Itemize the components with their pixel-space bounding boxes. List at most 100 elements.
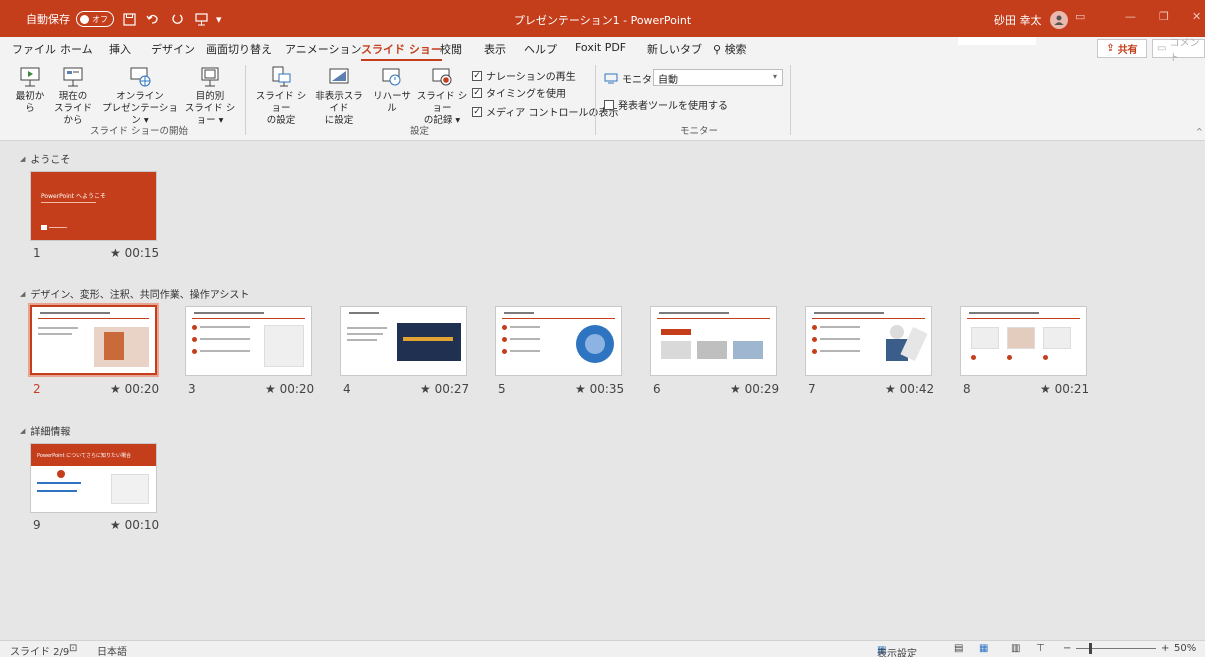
monitor-icon [604,73,618,84]
restore-icon[interactable]: ❐ [1159,10,1169,23]
zoom-level[interactable]: 50% [1174,643,1196,654]
collapse-triangle-icon: ◢ [20,426,26,435]
section-header[interactable]: ◢ 詳細情報 [20,423,70,439]
present-online-icon [130,67,151,87]
set-up-slide-show-button[interactable]: スライド ショー の設定 [251,65,311,127]
present-online-button[interactable]: オンライン プレゼンテーション ▾ [102,65,178,127]
section-header[interactable]: ◢ デザイン、変形、注釈、共同作業、操作アシスト [20,286,249,302]
hide-slide-button[interactable]: 非表示スライド に設定 [312,65,366,127]
tab-animations[interactable]: アニメーション [285,41,362,57]
slide-timing: ★ 00:29 [730,382,780,396]
slide-thumbnail[interactable]: PowerPoint へようこそ [30,171,157,241]
hide-slide-icon [329,68,349,84]
from-beginning-icon [20,67,40,87]
use-timings-checkbox[interactable]: ✓ タイミングを使用 [472,85,566,100]
comment-icon: ▭ [1157,43,1167,54]
section-header[interactable]: ◢ ようこそ [20,151,70,167]
slide-timing: ★ 00:10 [110,518,160,532]
zoom-slider-track[interactable] [1076,648,1156,649]
title-bar-blank-area [958,37,1036,45]
slide-timing: ★ 00:20 [265,382,315,396]
tab-review[interactable]: 校閲 [440,41,462,57]
slide-timing: ★ 00:15 [110,246,160,260]
slide-number: 7 [808,382,816,396]
slide-number: 2 [33,382,41,396]
user-account[interactable]: 砂田 幸太 [994,11,1068,29]
show-media-controls-checkbox[interactable]: ✓ メディア コントロールの表示 [472,104,618,119]
from-current-slide-button[interactable]: 現在の スライドから [50,65,96,127]
tab-new[interactable]: 新しいタブ [647,41,702,57]
zoom-slider-thumb[interactable] [1089,643,1092,654]
share-button[interactable]: ⇪ 共有 [1097,39,1147,58]
collapse-triangle-icon: ◢ [20,154,26,163]
tab-home[interactable]: ホーム [60,41,93,57]
close-icon[interactable]: ✕ [1192,10,1201,23]
slide-number: 6 [653,382,661,396]
tab-file[interactable]: ファイル [12,41,56,57]
tab-slide-show[interactable]: スライド ショー [361,41,442,62]
group-label-start-slide-show: スライド ショーの開始 [90,126,189,137]
slide-thumbnail[interactable] [495,306,622,376]
accessibility-icon[interactable]: ⊡ [69,643,77,654]
slide-timing: ★ 00:35 [575,382,625,396]
slide-number: 3 [188,382,196,396]
search-icon: ⚲ [713,43,722,56]
tell-me-search[interactable]: ⚲ 検索 [713,41,747,57]
group-separator [245,65,246,135]
slide-thumbnail[interactable] [185,306,312,376]
slide-number: 1 [33,246,41,260]
search-label: 検索 [724,43,747,56]
tab-transitions[interactable]: 画面切り替え [206,41,272,57]
reading-view-icon[interactable]: ▥ [1011,643,1020,654]
slide-counter: スライド 2/9 [10,647,70,657]
slide-number: 5 [498,382,506,396]
slide-thumbnail[interactable] [805,306,932,376]
group-label-set-up: 設定 [410,126,430,137]
slide-thumbnail[interactable]: PowerPoint についてさらに知りたい場合 [30,443,157,513]
slide-sorter-view-icon[interactable]: ▦ [979,643,988,654]
slide-number: 9 [33,518,41,532]
record-slide-show-button[interactable]: スライド ショー の記録 ▾ [414,65,470,127]
rehearse-timings-icon [382,68,401,86]
minimize-icon[interactable]: — [1125,10,1136,23]
slide-timing: ★ 00:20 [110,382,160,396]
zoom-out-button[interactable]: − [1063,643,1071,654]
slide-thumbnail[interactable] [340,306,467,376]
share-icon: ⇪ [1106,43,1115,54]
set-up-slide-show-icon [272,66,291,87]
slide-thumbnail[interactable] [650,306,777,376]
ribbon-display-options-icon[interactable]: ▭ [1075,10,1085,23]
normal-view-icon[interactable]: ▤ [954,643,963,654]
slide-timing: ★ 00:27 [420,382,470,396]
monitor-select[interactable]: 自動 ▾ [653,69,783,86]
tab-help[interactable]: ヘルプ [524,41,557,57]
slide-show-view-icon[interactable]: ⊤ [1036,643,1045,654]
tab-design[interactable]: デザイン [151,41,195,57]
chevron-down-icon: ▾ [772,72,777,81]
custom-slide-show-button[interactable]: 目的別 スライド ショー ▾ [180,65,240,127]
comment-button[interactable]: ▭ コメント [1152,38,1205,64]
slide-number: 8 [963,382,971,396]
slide-thumbnail[interactable] [28,303,159,377]
rehearse-timings-button[interactable]: リハーサル [369,65,415,115]
collapse-ribbon-icon[interactable]: ^ [1196,127,1203,136]
user-name: 砂田 幸太 [994,14,1042,27]
zoom-in-button[interactable]: + [1161,643,1169,654]
tab-view[interactable]: 表示 [484,41,506,57]
collapse-triangle-icon: ◢ [20,289,26,298]
title-bar: 自動保存 オフ ▾ プレゼンテーション1 - PowerPoint 砂田 幸太 … [0,0,1205,37]
from-beginning-button[interactable]: 最初から [12,65,48,115]
slide-timing: ★ 00:21 [1040,382,1090,396]
slide-thumbnail[interactable] [960,306,1087,376]
group-separator [790,65,791,135]
tab-foxit-pdf[interactable]: Foxit PDF [575,41,626,54]
slide-number: 4 [343,382,351,396]
language-indicator[interactable]: 日本語 [97,643,127,657]
ribbon: 最初から 現在の スライドから オンライン プレゼンテーション ▾ 目的別 スラ… [0,61,1205,141]
group-label-monitors: モニター [680,126,719,137]
avatar[interactable] [1049,11,1068,29]
tab-insert[interactable]: 挿入 [109,41,131,57]
play-narrations-checkbox[interactable]: ✓ ナレーションの再生 [472,68,576,83]
custom-slide-show-icon [201,67,219,87]
use-presenter-view-checkbox[interactable]: 発表者ツールを使用する [604,97,728,112]
